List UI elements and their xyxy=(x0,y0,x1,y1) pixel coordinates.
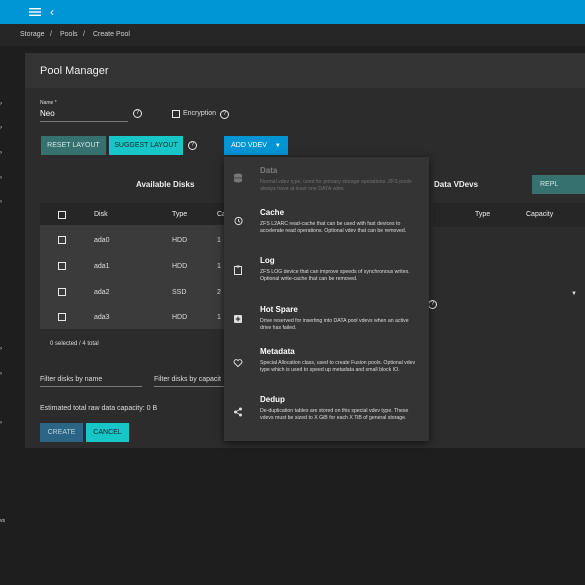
help-icon[interactable]: ? xyxy=(428,300,437,309)
menu-item-hot-spare[interactable]: Hot Spare Drive reserved for inserting i… xyxy=(224,303,429,347)
chevron-right-icon[interactable]: › xyxy=(0,125,2,131)
menu-icon[interactable] xyxy=(29,7,41,17)
chevron-right-icon[interactable]: › xyxy=(0,150,2,156)
menu-item-data: Data Normal vdev type, used for primary … xyxy=(224,157,429,205)
chevron-right-icon[interactable]: › xyxy=(0,371,2,377)
add-vdev-label: ADD VDEV xyxy=(231,142,267,149)
disk-capacity: 2 xyxy=(217,289,221,296)
table-row[interactable]: ada2 SSD 2 xyxy=(40,279,225,304)
breadcrumb-current: Create Pool xyxy=(93,31,130,38)
available-disks-title: Available Disks xyxy=(136,180,195,189)
menu-item-log[interactable]: Log ZFS LOG device that can improve spee… xyxy=(224,255,429,303)
chevron-right-icon[interactable]: › xyxy=(0,175,2,181)
disk-type: SSD xyxy=(172,289,187,296)
database-icon xyxy=(234,173,242,183)
add-vdev-menu: Data Normal vdev type, used for primary … xyxy=(224,157,429,441)
disk-capacity: 1 xyxy=(217,263,221,270)
add-vdev-button[interactable]: ADD VDEV ▼ xyxy=(224,136,288,155)
menu-item-title: Metadata xyxy=(260,347,295,356)
repl-button[interactable]: REPL xyxy=(532,175,585,194)
breadcrumb-storage[interactable]: Storage xyxy=(20,31,45,38)
menu-item-title: Cache xyxy=(260,208,285,217)
sidebar-collapsed: › › › › › › › › vs xyxy=(0,46,18,585)
column-type[interactable]: Type xyxy=(172,211,187,218)
encryption-label: Encryption xyxy=(183,110,217,117)
menu-item-description: ZFS L2ARC read-cache that can be used wi… xyxy=(260,221,407,234)
top-toolbar: ‹ xyxy=(0,0,585,24)
suggest-layout-button[interactable]: SUGGEST LAYOUT xyxy=(109,136,183,155)
caret-down-icon: ▼ xyxy=(274,143,281,149)
filter-by-capacity-input[interactable]: Filter disks by capacit xyxy=(154,376,221,383)
row-checkbox[interactable] xyxy=(58,236,66,244)
table-row[interactable]: ada3 HDD 1 xyxy=(40,304,225,329)
add-box-icon xyxy=(234,315,242,323)
menu-item-title: Data xyxy=(260,166,278,175)
row-checkbox[interactable] xyxy=(58,262,66,270)
card-header: Pool Manager xyxy=(25,53,585,88)
chevron-right-icon[interactable]: › xyxy=(0,420,2,426)
disk-type: HDD xyxy=(172,263,188,270)
cancel-button[interactable]: CANCEL xyxy=(86,423,129,442)
share-icon xyxy=(234,407,242,417)
reset-layout-button[interactable]: RESET LAYOUT xyxy=(41,136,106,155)
estimated-capacity: Estimated total raw data capacity: 0 B xyxy=(40,405,158,412)
disk-name: ada0 xyxy=(94,237,110,244)
chevron-right-icon[interactable]: › xyxy=(0,346,2,352)
breadcrumb-pools[interactable]: Pools xyxy=(60,31,78,38)
disk-type: HDD xyxy=(172,314,188,321)
create-button[interactable]: CREATE xyxy=(40,423,83,442)
filter-by-name-input[interactable]: Filter disks by name xyxy=(40,376,102,383)
menu-item-title: Log xyxy=(260,256,275,265)
name-label: Name * xyxy=(40,100,57,106)
filter-name-underline xyxy=(40,386,142,387)
menu-item-description: Special Allocation class, used to create… xyxy=(260,360,416,373)
chevron-left-icon[interactable]: ‹ xyxy=(50,6,54,18)
chevron-right-icon[interactable]: › xyxy=(0,101,2,107)
menu-item-description: Normal vdev type, used for primary stora… xyxy=(260,179,412,192)
help-icon[interactable]: ? xyxy=(133,109,142,118)
menu-item-description: Drive reserved for inserting into DATA p… xyxy=(260,318,409,331)
menu-item-dedup[interactable]: Dedup De-duplication tables are stored o… xyxy=(224,395,429,441)
name-underline xyxy=(40,121,128,122)
encryption-checkbox[interactable] xyxy=(172,110,180,118)
disk-name: ada1 xyxy=(94,263,110,270)
disk-capacity: 1 xyxy=(217,237,221,244)
sidebar-label: vs xyxy=(0,518,5,524)
disk-type: HDD xyxy=(172,237,188,244)
row-checkbox[interactable] xyxy=(58,288,66,296)
page-title: Pool Manager xyxy=(40,65,109,77)
table-row[interactable]: ada0 HDD 1 xyxy=(40,227,225,252)
disk-name: ada3 xyxy=(94,314,110,321)
menu-item-title: Dedup xyxy=(260,395,285,404)
disk-name: ada2 xyxy=(94,289,110,296)
column-type[interactable]: Type xyxy=(475,211,490,218)
menu-item-description: ZFS LOG device that can improve speeds o… xyxy=(260,269,410,282)
menu-item-description: De-duplication tables are stored on this… xyxy=(260,408,409,421)
caret-down-icon[interactable]: ▼ xyxy=(571,291,577,297)
row-checkbox[interactable] xyxy=(58,313,66,321)
select-all-checkbox[interactable] xyxy=(58,211,66,219)
column-capacity[interactable]: Capacity xyxy=(526,211,553,218)
clipboard-icon xyxy=(234,265,242,275)
history-icon xyxy=(233,216,243,226)
help-icon[interactable]: ? xyxy=(188,141,197,150)
column-disk[interactable]: Disk xyxy=(94,211,108,218)
menu-item-cache[interactable]: Cache ZFS L2ARC read-cache that can be u… xyxy=(224,205,429,255)
table-row[interactable]: ada1 HDD 1 xyxy=(40,253,225,278)
selection-count: 0 selected / 4 total xyxy=(50,341,99,347)
data-vdevs-title: Data VDevs xyxy=(434,180,479,189)
breadcrumb-separator: / xyxy=(50,31,52,38)
help-icon[interactable]: ? xyxy=(220,110,229,119)
menu-item-metadata[interactable]: Metadata Special Allocation class, used … xyxy=(224,347,429,395)
data-vdevs-header: Type Capacity xyxy=(433,203,585,227)
breadcrumb-separator: / xyxy=(83,31,85,38)
menu-item-title: Hot Spare xyxy=(260,305,298,314)
filter-capacity-underline xyxy=(154,386,224,387)
breadcrumb: Storage / Pools / Create Pool xyxy=(0,24,585,46)
name-input[interactable]: Neo xyxy=(40,109,55,118)
heart-icon xyxy=(233,359,243,368)
available-disks-header: Disk Type Ca xyxy=(40,203,226,225)
disk-capacity: 1 xyxy=(217,314,221,321)
chevron-right-icon[interactable]: › xyxy=(0,199,2,205)
